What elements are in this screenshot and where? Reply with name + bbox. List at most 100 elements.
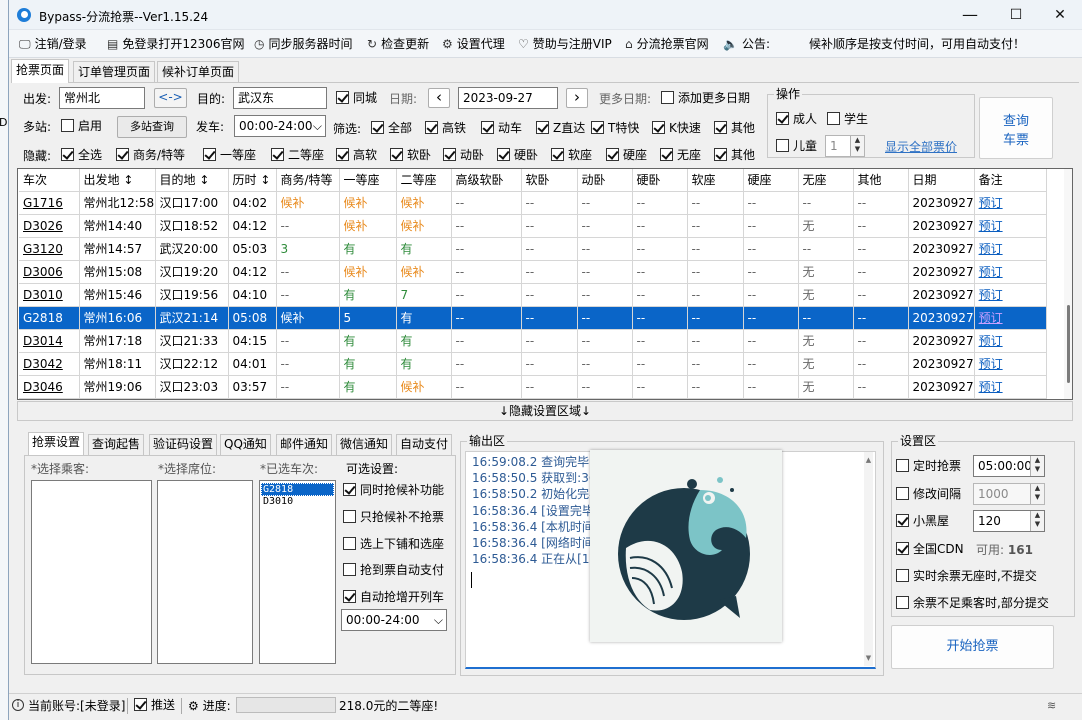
seat-list[interactable] [157, 480, 253, 664]
menu-login[interactable]: 🖵 注销/登录 [19, 36, 87, 52]
swap-button[interactable]: <-> [154, 88, 187, 108]
push-checkbox[interactable]: 推送 [134, 698, 175, 714]
hide-yingzuo-checkbox[interactable]: 硬座 [606, 148, 647, 164]
timed-grab-checkbox[interactable]: 定时抢票 [896, 459, 961, 475]
tab-ticket[interactable]: 抢票页面 [11, 59, 70, 83]
table-row[interactable]: D3046 常州19:06 汉口23:03 03:57 -- 有候补 -- -- -- -- -- -… [19, 375, 1047, 399]
blackroom-input[interactable]: 120 ▲ ▼ [973, 510, 1045, 532]
filter-dongche-checkbox[interactable]: 动车 [481, 121, 522, 137]
hide-business-checkbox[interactable]: 商务/特等 [116, 148, 185, 164]
depart-time-select[interactable]: 00:00-24:00 ⌵ [234, 115, 326, 137]
table-row[interactable]: D3010 常州15:46 汉口19:56 04:10 -- 有 7 -- -- -- -- -- --… [19, 283, 1047, 307]
menu-notice[interactable]: 🔈 公告: [723, 36, 770, 52]
start-grab-button[interactable]: 开始抢票 [891, 625, 1054, 669]
table-row[interactable]: D3042 常州18:11 汉口22:12 04:01 -- 有有 -- -- -- -- -- --… [19, 352, 1047, 376]
filter-k-checkbox[interactable]: K快速 [652, 121, 701, 137]
menu-open-12306[interactable]: ▤ 免登录打开12306官网 [107, 36, 245, 52]
minimize-button[interactable]: — [947, 0, 993, 30]
date-input[interactable]: 2023-09-27 [458, 87, 558, 109]
book-link[interactable]: 预订 [974, 260, 1047, 284]
hide-other-checkbox[interactable]: 其他 [714, 148, 755, 164]
show-all-prices-link[interactable]: 显示全部票价 [885, 139, 957, 155]
menu-sync-time[interactable]: ◷ 同步服务器时间 [254, 36, 353, 52]
next-date-button[interactable]: › [566, 88, 588, 108]
book-link[interactable]: 预订 [974, 191, 1047, 215]
column-header[interactable]: 车次 [19, 169, 80, 192]
to-station-input[interactable]: 武汉东 [233, 87, 327, 109]
hide-second-class-checkbox[interactable]: 二等座 [271, 148, 324, 164]
book-link[interactable]: 预订 [974, 283, 1047, 307]
tab-waitlist-orders[interactable]: 候补订单页面 [157, 61, 240, 83]
tab-mail-notify[interactable]: 邮件通知 [276, 434, 333, 455]
child-checkbox[interactable]: 儿童 [776, 139, 817, 155]
column-header[interactable]: 出发地 ↕ [79, 169, 156, 192]
book-link[interactable]: 预订 [974, 306, 1047, 330]
output-scrollbar[interactable]: ▲ ▼ [864, 452, 873, 666]
scroll-down-icon[interactable]: ▼ [864, 650, 873, 666]
filter-other-checkbox[interactable]: 其他 [714, 121, 755, 137]
prev-date-button[interactable]: ‹ [428, 88, 450, 108]
tab-captcha[interactable]: 验证码设置 [149, 434, 218, 455]
hide-ruanzuo-checkbox[interactable]: 软座 [551, 148, 592, 164]
menu-sponsor[interactable]: ♡ 赞助与注册VIP [518, 36, 612, 52]
option-waitlist-checkbox[interactable]: 同时抢候补功能 [343, 483, 444, 499]
tab-query-sale[interactable]: 查询起售 [88, 434, 145, 455]
filter-t-checkbox[interactable]: T特快 [591, 121, 639, 137]
table-row[interactable]: G2818 常州16:06 武汉21:14 05:08 候补 5 有 -- -- -- -- -- --… [19, 306, 1047, 330]
hide-settings-toggle[interactable]: ↓隐藏设置区域↓ [17, 401, 1073, 421]
from-station-input[interactable]: 常州北 [59, 87, 145, 109]
menu-proxy[interactable]: ⚙ 设置代理 [442, 36, 505, 52]
table-row[interactable]: G3120 常州14:57 武汉20:00 05:03 3 有有 -- -- -- -- -- -- -… [19, 237, 1047, 261]
option-waitlist-only-checkbox[interactable]: 只抢候补不抢票 [343, 510, 444, 526]
realtime-no-seat-checkbox[interactable]: 实时余票无座时,不提交 [896, 569, 1037, 585]
tab-grab-settings[interactable]: 抢票设置 [28, 432, 85, 455]
hide-wuzuo-checkbox[interactable]: 无座 [660, 148, 701, 164]
national-cdn-checkbox[interactable]: 全国CDN [896, 542, 964, 558]
chosen-train-item[interactable]: G2818 [261, 483, 334, 496]
multi-station-query-button[interactable]: 多站查询 [117, 116, 187, 138]
column-header[interactable]: 目的地 ↕ [155, 169, 229, 192]
tab-wechat-notify[interactable]: 微信通知 [336, 434, 393, 455]
scrollbar-thumb[interactable] [1067, 305, 1070, 383]
option-extra-trains-checkbox[interactable]: 自动抢增开列车 [343, 590, 444, 606]
passenger-list[interactable] [31, 480, 152, 664]
table-row[interactable]: D3006 常州15:08 汉口19:20 04:12 -- 候补 候补 -- -- -- -- --… [19, 260, 1047, 284]
hide-first-class-checkbox[interactable]: 一等座 [203, 148, 256, 164]
book-link[interactable]: 预订 [974, 214, 1047, 238]
option-berth-seat-checkbox[interactable]: 选上下铺和选座 [343, 537, 444, 553]
hide-ruanwo-checkbox[interactable]: 软卧 [390, 148, 431, 164]
multi-station-enable-checkbox[interactable]: 启用 [61, 119, 102, 135]
close-button[interactable]: ✕ [1037, 0, 1082, 30]
modify-interval-checkbox[interactable]: 修改间隔 [896, 487, 961, 503]
book-link[interactable]: 预订 [974, 375, 1047, 399]
tab-auto-pay[interactable]: 自动支付 [396, 434, 453, 455]
book-link[interactable]: 预订 [974, 352, 1047, 376]
hide-gaoruan-checkbox[interactable]: 高软 [336, 148, 377, 164]
partial-submit-checkbox[interactable]: 余票不足乘客时,部分提交 [896, 596, 1049, 612]
table-row[interactable]: G1716 常州北12:58 汉口17:00 04:02 候补 候补 候补 -- -- -- -- -… [19, 191, 1047, 215]
tab-orders[interactable]: 订单管理页面 [73, 61, 156, 83]
menu-check-update[interactable]: ↻ 检查更新 [367, 36, 429, 52]
column-header[interactable]: 历时 ↕ [228, 169, 277, 192]
query-tickets-button[interactable]: 查询 车票 [979, 97, 1053, 159]
timed-grab-time-input[interactable]: 05:00:00 ▲ ▼ [973, 455, 1045, 477]
add-more-dates-checkbox[interactable]: 添加更多日期 [661, 91, 750, 107]
interval-input[interactable]: 1000 ▲ ▼ [973, 483, 1045, 505]
book-link[interactable]: 预订 [974, 329, 1047, 353]
hide-yingwo-checkbox[interactable]: 硬卧 [497, 148, 538, 164]
scroll-up-icon[interactable]: ▲ [864, 452, 873, 468]
table-row[interactable]: D3014 常州17:18 汉口21:33 04:15 -- 有有 -- -- -- -- -- --… [19, 329, 1047, 353]
table-row[interactable]: D3026 常州14:40 汉口18:52 04:12 -- 候补 候补 -- -- -- -- --… [19, 214, 1047, 238]
filter-z-checkbox[interactable]: Z直达 [536, 121, 585, 137]
maximize-button[interactable]: ☐ [993, 0, 1039, 30]
same-city-checkbox[interactable]: 同城 [336, 91, 377, 107]
filter-all-checkbox[interactable]: 全部 [371, 121, 412, 137]
blackroom-checkbox[interactable]: 小黑屋 [896, 514, 949, 530]
student-checkbox[interactable]: 学生 [827, 112, 868, 128]
filter-gaotie-checkbox[interactable]: 高铁 [425, 121, 466, 137]
table-scrollbar[interactable] [1064, 169, 1072, 399]
hide-all-checkbox[interactable]: 全选 [61, 148, 102, 164]
option-auto-pay-checkbox[interactable]: 抢到票自动支付 [343, 563, 444, 579]
auto-time-select[interactable]: 00:00-24:00 ⌵ [341, 609, 447, 631]
book-link[interactable]: 预订 [974, 237, 1047, 261]
